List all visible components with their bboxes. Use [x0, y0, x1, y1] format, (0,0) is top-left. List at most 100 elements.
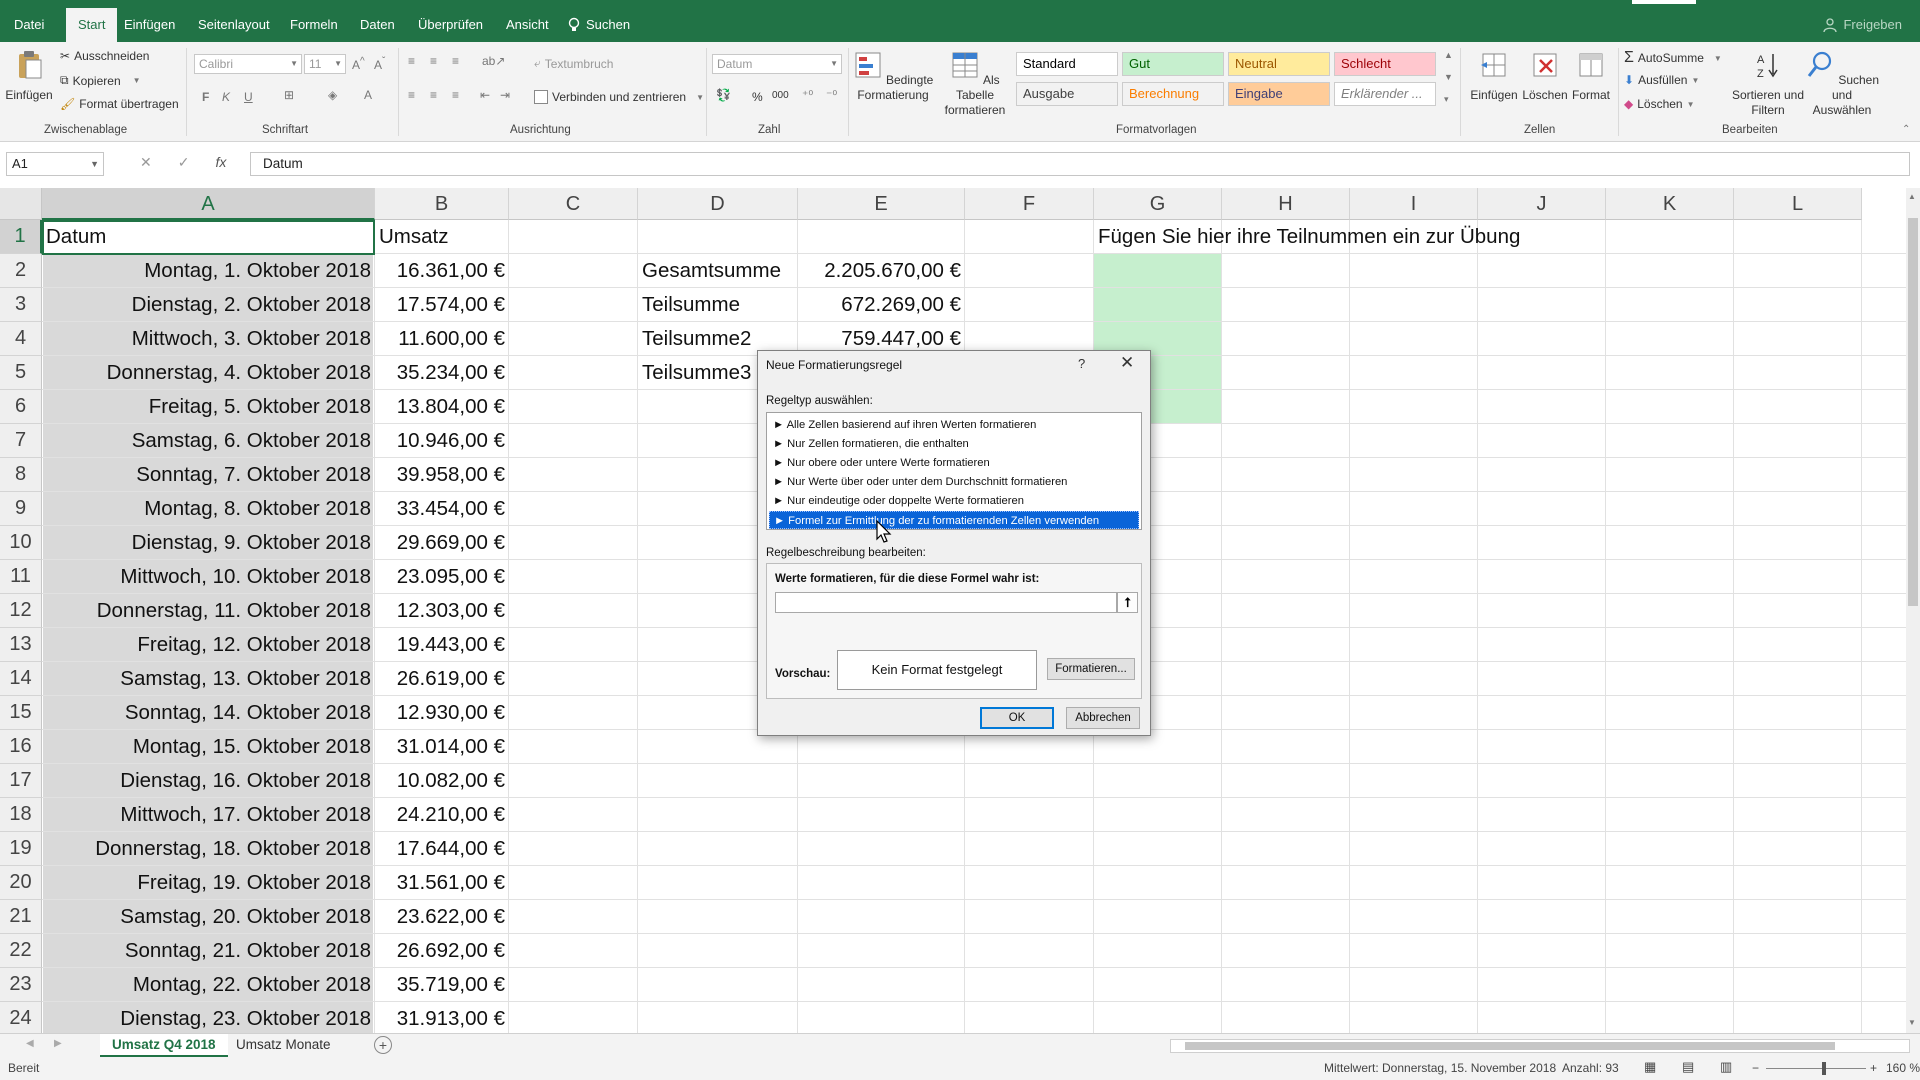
insert-function-icon[interactable]: fx	[215, 154, 226, 171]
row-header-16[interactable]: 16	[0, 730, 42, 764]
row-header-3[interactable]: 3	[0, 288, 42, 322]
decrease-decimal-icon[interactable]: ⁻⁰	[826, 88, 837, 102]
rule-type-item[interactable]: ► Nur obere oder untere Werte formatiere…	[769, 454, 1139, 472]
horizontal-scrollbar[interactable]	[1170, 1039, 1910, 1053]
cell-b7[interactable]: 10.946,00 €	[375, 424, 509, 458]
rule-type-item[interactable]: ► Alle Zellen basierend auf ihren Werten…	[769, 416, 1139, 434]
zoom-level[interactable]: 160 %	[1886, 1061, 1920, 1075]
formula-input[interactable]: Datum	[250, 152, 1910, 176]
align-right-icon[interactable]: ≡	[452, 88, 459, 102]
column-header-j[interactable]: J	[1478, 188, 1606, 220]
format-as-table-button[interactable]: Als Tabelle formatieren	[934, 50, 1016, 118]
align-top-icon[interactable]: ≡	[408, 54, 415, 68]
font-name-combo[interactable]: Calibri ▼	[194, 54, 302, 74]
row-header-2[interactable]: 2	[0, 254, 42, 288]
tab-datei[interactable]: Datei	[2, 8, 56, 42]
row-header-1[interactable]: 1	[0, 220, 42, 254]
column-header-e[interactable]: E	[798, 188, 965, 220]
align-center-icon[interactable]: ≡	[430, 88, 437, 102]
cell-a24[interactable]: Dienstag, 23. Oktober 2018	[42, 1002, 375, 1033]
align-bottom-icon[interactable]: ≡	[452, 54, 459, 68]
cell-b13[interactable]: 19.443,00 €	[375, 628, 509, 662]
cell-a4[interactable]: Mittwoch, 3. Oktober 2018	[42, 322, 375, 356]
tab-daten[interactable]: Daten	[348, 8, 407, 42]
rule-type-list[interactable]: ► Alle Zellen basierend auf ihren Werten…	[766, 412, 1142, 530]
indent-increase-icon[interactable]: ⇥	[500, 88, 510, 102]
share-button[interactable]: Freigeben	[1823, 8, 1902, 42]
cell-a1[interactable]: Datum	[42, 220, 375, 254]
formula-field[interactable]	[775, 592, 1117, 613]
cell-b17[interactable]: 10.082,00 €	[375, 764, 509, 798]
italic-button[interactable]: K	[222, 90, 230, 104]
increase-decimal-icon[interactable]: ⁺⁰	[802, 88, 813, 102]
percent-button[interactable]: %	[752, 90, 763, 104]
cell-d3[interactable]: Teilsumme	[638, 288, 798, 322]
underline-button[interactable]: U	[244, 90, 253, 104]
tab-seitenlayout[interactable]: Seitenlayout	[186, 8, 282, 42]
cell-b24[interactable]: 31.913,00 €	[375, 1002, 509, 1033]
currency-icon[interactable]: 💱	[716, 88, 731, 102]
tab-einfuegen[interactable]: Einfügen	[112, 8, 187, 42]
cell-b18[interactable]: 24.210,00 €	[375, 798, 509, 832]
row-header-20[interactable]: 20	[0, 866, 42, 900]
rule-type-item[interactable]: ► Nur Zellen formatieren, die enthalten	[769, 435, 1139, 453]
conditional-formatting-button[interactable]: Bedingte Formatierung	[852, 50, 934, 103]
cell-a6[interactable]: Freitag, 5. Oktober 2018	[42, 390, 375, 424]
zoom-slider-thumb[interactable]	[1822, 1062, 1826, 1075]
row-header-18[interactable]: 18	[0, 798, 42, 832]
cell-style-5[interactable]: Berechnung	[1122, 82, 1224, 106]
cell-style-7[interactable]: Erklärender ...	[1334, 82, 1436, 106]
help-button[interactable]: ?	[1078, 356, 1085, 371]
cell-style-0[interactable]: Standard	[1016, 52, 1118, 76]
column-header-l[interactable]: L	[1734, 188, 1862, 220]
normal-view-icon[interactable]: ▦	[1644, 1059, 1656, 1075]
row-header-9[interactable]: 9	[0, 492, 42, 526]
orientation-icon[interactable]: ab↗	[482, 54, 505, 68]
row-header-8[interactable]: 8	[0, 458, 42, 492]
cell-a23[interactable]: Montag, 22. Oktober 2018	[42, 968, 375, 1002]
cell-b3[interactable]: 17.574,00 €	[375, 288, 509, 322]
collapse-dialog-icon[interactable]: ⭡	[1117, 592, 1138, 613]
collapse-ribbon-icon[interactable]: ⌃	[1902, 124, 1910, 135]
prev-sheet-icon[interactable]: ◀	[26, 1038, 34, 1049]
cell-a5[interactable]: Donnerstag, 4. Oktober 2018	[42, 356, 375, 390]
row-header-6[interactable]: 6	[0, 390, 42, 424]
cell-a3[interactable]: Dienstag, 2. Oktober 2018	[42, 288, 375, 322]
vertical-scroll-thumb[interactable]	[1908, 218, 1918, 606]
cell-a14[interactable]: Samstag, 13. Oktober 2018	[42, 662, 375, 696]
cell-a19[interactable]: Donnerstag, 18. Oktober 2018	[42, 832, 375, 866]
cut-button[interactable]: ✂ Ausschneiden	[60, 49, 149, 63]
row-header-12[interactable]: 12	[0, 594, 42, 628]
confirm-icon[interactable]: ✓	[178, 154, 190, 171]
tab-formeln[interactable]: Formeln	[278, 8, 350, 42]
row-header-7[interactable]: 7	[0, 424, 42, 458]
cell-a12[interactable]: Donnerstag, 11. Oktober 2018	[42, 594, 375, 628]
border-icon[interactable]: ⊞	[284, 88, 294, 102]
cell-style-6[interactable]: Eingabe	[1228, 82, 1330, 106]
delete-cells-button[interactable]: Löschen	[1520, 50, 1570, 103]
column-header-k[interactable]: K	[1606, 188, 1734, 220]
scroll-down-icon[interactable]: ▼	[1908, 1018, 1916, 1027]
cell-b2[interactable]: 16.361,00 €	[375, 254, 509, 288]
format-painter-button[interactable]: 🖌 Format übertragen	[60, 97, 179, 111]
cell-a11[interactable]: Mittwoch, 10. Oktober 2018	[42, 560, 375, 594]
row-header-22[interactable]: 22	[0, 934, 42, 968]
cell-a16[interactable]: Montag, 15. Oktober 2018	[42, 730, 375, 764]
clear-button[interactable]: ◆ Löschen ▼	[1624, 97, 1695, 111]
cell-style-3[interactable]: Schlecht	[1334, 52, 1436, 76]
insert-cells-button[interactable]: Einfügen	[1466, 50, 1522, 103]
cell-a21[interactable]: Samstag, 20. Oktober 2018	[42, 900, 375, 934]
rule-type-item[interactable]: ► Formel zur Ermittlung der zu formatier…	[769, 511, 1139, 529]
cell-b10[interactable]: 29.669,00 €	[375, 526, 509, 560]
gallery-scroll-up-icon[interactable]: ▲	[1444, 50, 1453, 60]
row-header-17[interactable]: 17	[0, 764, 42, 798]
cell-b23[interactable]: 35.719,00 €	[375, 968, 509, 1002]
next-sheet-icon[interactable]: ▶	[54, 1038, 62, 1049]
column-header-i[interactable]: I	[1350, 188, 1478, 220]
cancel-button[interactable]: Abbrechen	[1066, 707, 1140, 729]
sheet-tab-umsatz-q4-2018[interactable]: Umsatz Q4 2018	[100, 1034, 228, 1058]
add-sheet-button[interactable]: +	[374, 1036, 392, 1054]
font-size-combo[interactable]: 11 ▼	[304, 54, 346, 74]
horizontal-scroll-thumb[interactable]	[1185, 1042, 1835, 1050]
page-break-view-icon[interactable]: ▥	[1720, 1059, 1732, 1075]
